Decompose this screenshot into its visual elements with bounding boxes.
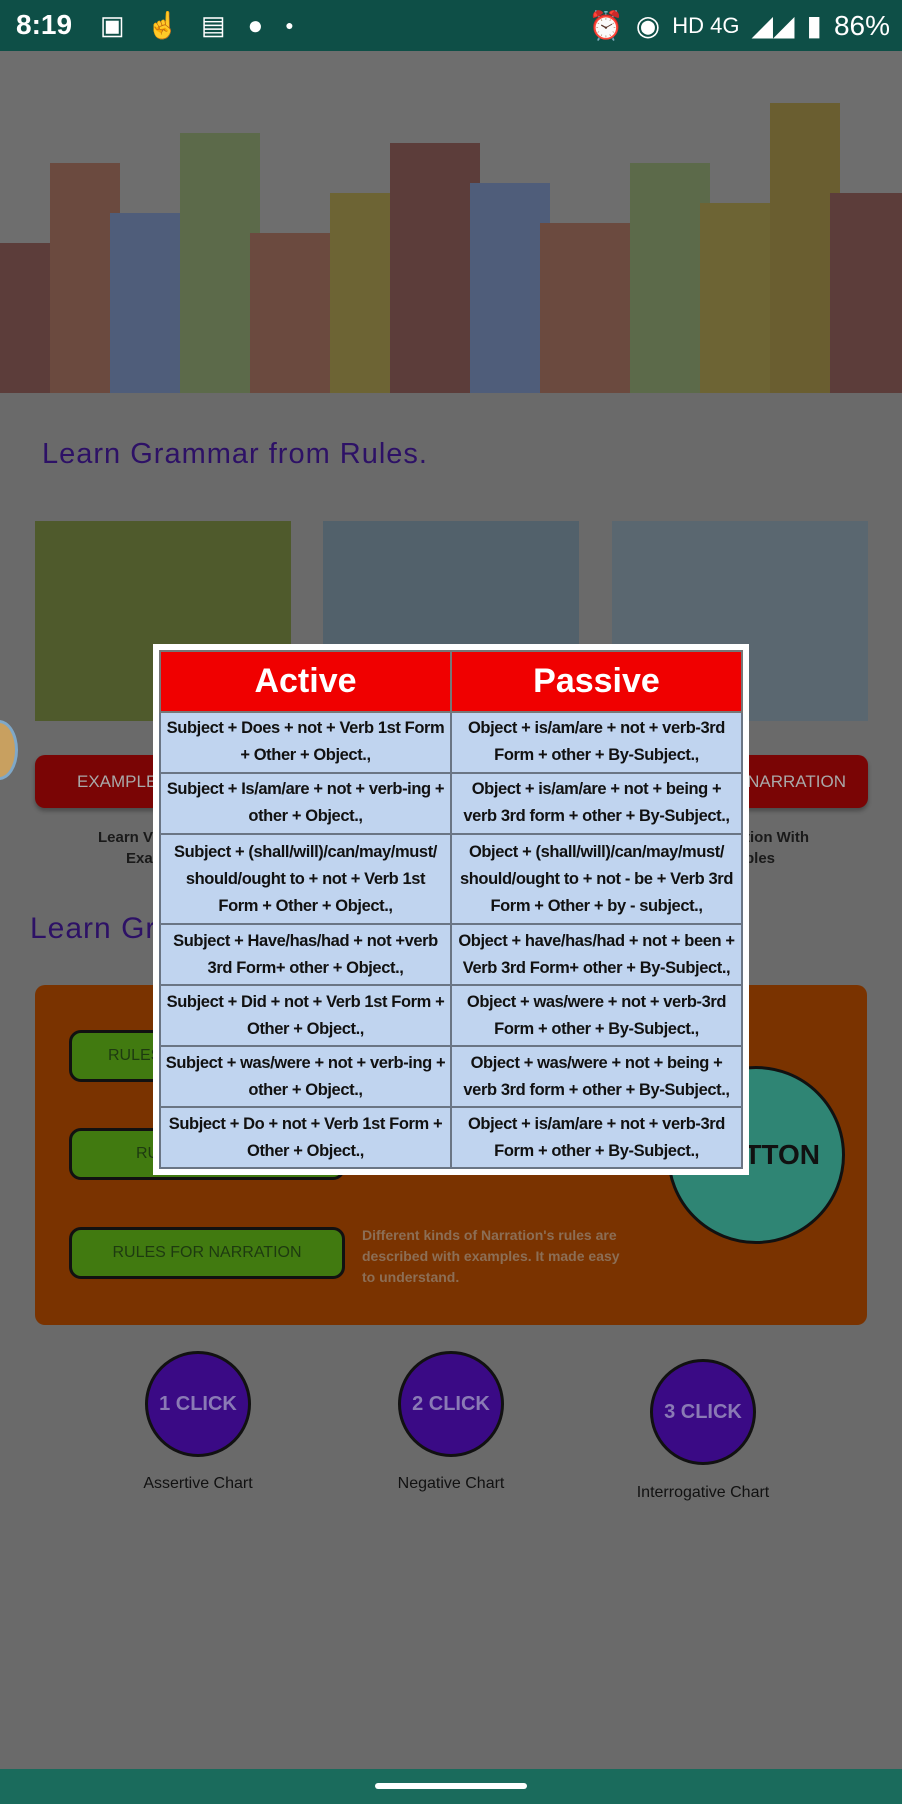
button-label: 1 CLICK xyxy=(159,1392,237,1415)
passive-cell: Object + was/were + not + verb-3rd Form … xyxy=(450,984,743,1048)
active-cell: Subject + (shall/will)/can/may/must/ sho… xyxy=(159,832,452,926)
caption-left: Learn V Exa xyxy=(98,827,153,869)
negative-chart-label: Negative Chart xyxy=(397,1475,505,1492)
header-passive: Passive xyxy=(450,650,743,713)
active-cell: Subject + Did + not + Verb 1st Form + Ot… xyxy=(159,984,452,1048)
active-passive-table: Active Passive Subject + Does + not + Ve… xyxy=(159,650,743,1169)
active-cell: Subject + Does + not + Verb 1st Form + O… xyxy=(159,711,452,774)
section-title-grammar: Learn Gr xyxy=(30,912,157,945)
button-label: RULES FOR NARRATION xyxy=(112,1244,302,1261)
home-gesture-handle[interactable] xyxy=(375,1783,527,1789)
active-cell: Subject + Is/am/are + not + verb-ing + o… xyxy=(159,771,452,835)
circle-icon: ● xyxy=(247,10,264,40)
button-label: 2 CLICK xyxy=(412,1392,490,1415)
active-passive-chart-modal[interactable]: Active Passive Subject + Does + not + Ve… xyxy=(153,644,749,1175)
status-time: 8:19 xyxy=(16,9,73,40)
active-cell: Subject + Have/has/had + not +verb 3rd F… xyxy=(159,923,452,987)
passive-cell: Object + have/has/had + not + been + Ver… xyxy=(450,923,743,987)
table-row: Subject + Does + not + Verb 1st Form + O… xyxy=(159,711,743,774)
caption-line: tion With xyxy=(745,829,810,846)
passive-cell: Object + was/were + not + being + verb 3… xyxy=(450,1045,743,1109)
caption-line: ples xyxy=(745,850,776,867)
battery-icon: ▮ xyxy=(806,10,822,41)
rules-for-narration-button[interactable]: RULES FOR NARRATION xyxy=(69,1227,345,1279)
interrogative-chart-label: Interrogative Chart xyxy=(636,1484,770,1501)
button-label: TTON xyxy=(744,1139,820,1170)
status-bar: 8:19 ▣ ☝ ▤ ● ● ⏰ ◉ HD 4G ◢◢ ▮ 86% xyxy=(0,0,902,51)
navigation-bar xyxy=(0,1769,902,1804)
active-cell: Subject + was/were + not + verb-ing + ot… xyxy=(159,1045,452,1109)
section-title-rules: Learn Grammar from Rules. xyxy=(42,438,428,470)
touch-icon: ☝ xyxy=(146,10,179,40)
dot-icon: ● xyxy=(285,17,294,33)
interrogative-chart-button[interactable]: 3 CLICK xyxy=(650,1359,756,1465)
city-banner-image xyxy=(0,51,902,393)
table-row: Subject + (shall/will)/can/may/must/ sho… xyxy=(159,832,743,926)
assertive-chart-button[interactable]: 1 CLICK xyxy=(145,1351,251,1457)
caption-right: tion With ples xyxy=(745,827,809,869)
table-row: Subject + was/were + not + verb-ing + ot… xyxy=(159,1045,743,1109)
narration-description: Different kinds of Narration's rules are… xyxy=(362,1227,620,1285)
assertive-chart-label: Assertive Chart xyxy=(143,1475,253,1492)
alarm-icon: ⏰ xyxy=(588,10,624,41)
header-active: Active xyxy=(159,650,452,713)
passive-cell: Object + is/am/are + not + being + verb … xyxy=(450,771,743,835)
network-label: HD 4G xyxy=(672,12,740,38)
image-icon: ▣ xyxy=(100,10,125,40)
floating-bubble[interactable] xyxy=(0,720,18,780)
battery-level: 86% xyxy=(833,9,890,41)
passive-cell: Object + is/am/are + not + verb-3rd Form… xyxy=(450,1106,743,1169)
button-label: 3 CLICK xyxy=(664,1400,742,1423)
passive-cell: Object + is/am/are + not + verb-3rd Form… xyxy=(450,711,743,774)
hotspot-icon: ◉ xyxy=(635,10,661,41)
passive-cell: Object + (shall/will)/can/may/must/ shou… xyxy=(450,832,743,926)
table-row: Subject + Have/has/had + not +verb 3rd F… xyxy=(159,923,743,987)
table-row: Subject + Do + not + Verb 1st Form + Oth… xyxy=(159,1106,743,1169)
negative-chart-button[interactable]: 2 CLICK xyxy=(398,1351,504,1457)
active-cell: Subject + Do + not + Verb 1st Form + Oth… xyxy=(159,1106,452,1169)
caption-line: Learn V xyxy=(98,829,154,846)
signal-icon: ◢◢ xyxy=(751,10,795,41)
table-row: Subject + Is/am/are + not + verb-ing + o… xyxy=(159,771,743,835)
caption-line: Exa xyxy=(126,850,153,867)
table-row: Subject + Did + not + Verb 1st Form + Ot… xyxy=(159,984,743,1048)
document-icon: ▤ xyxy=(200,10,226,40)
